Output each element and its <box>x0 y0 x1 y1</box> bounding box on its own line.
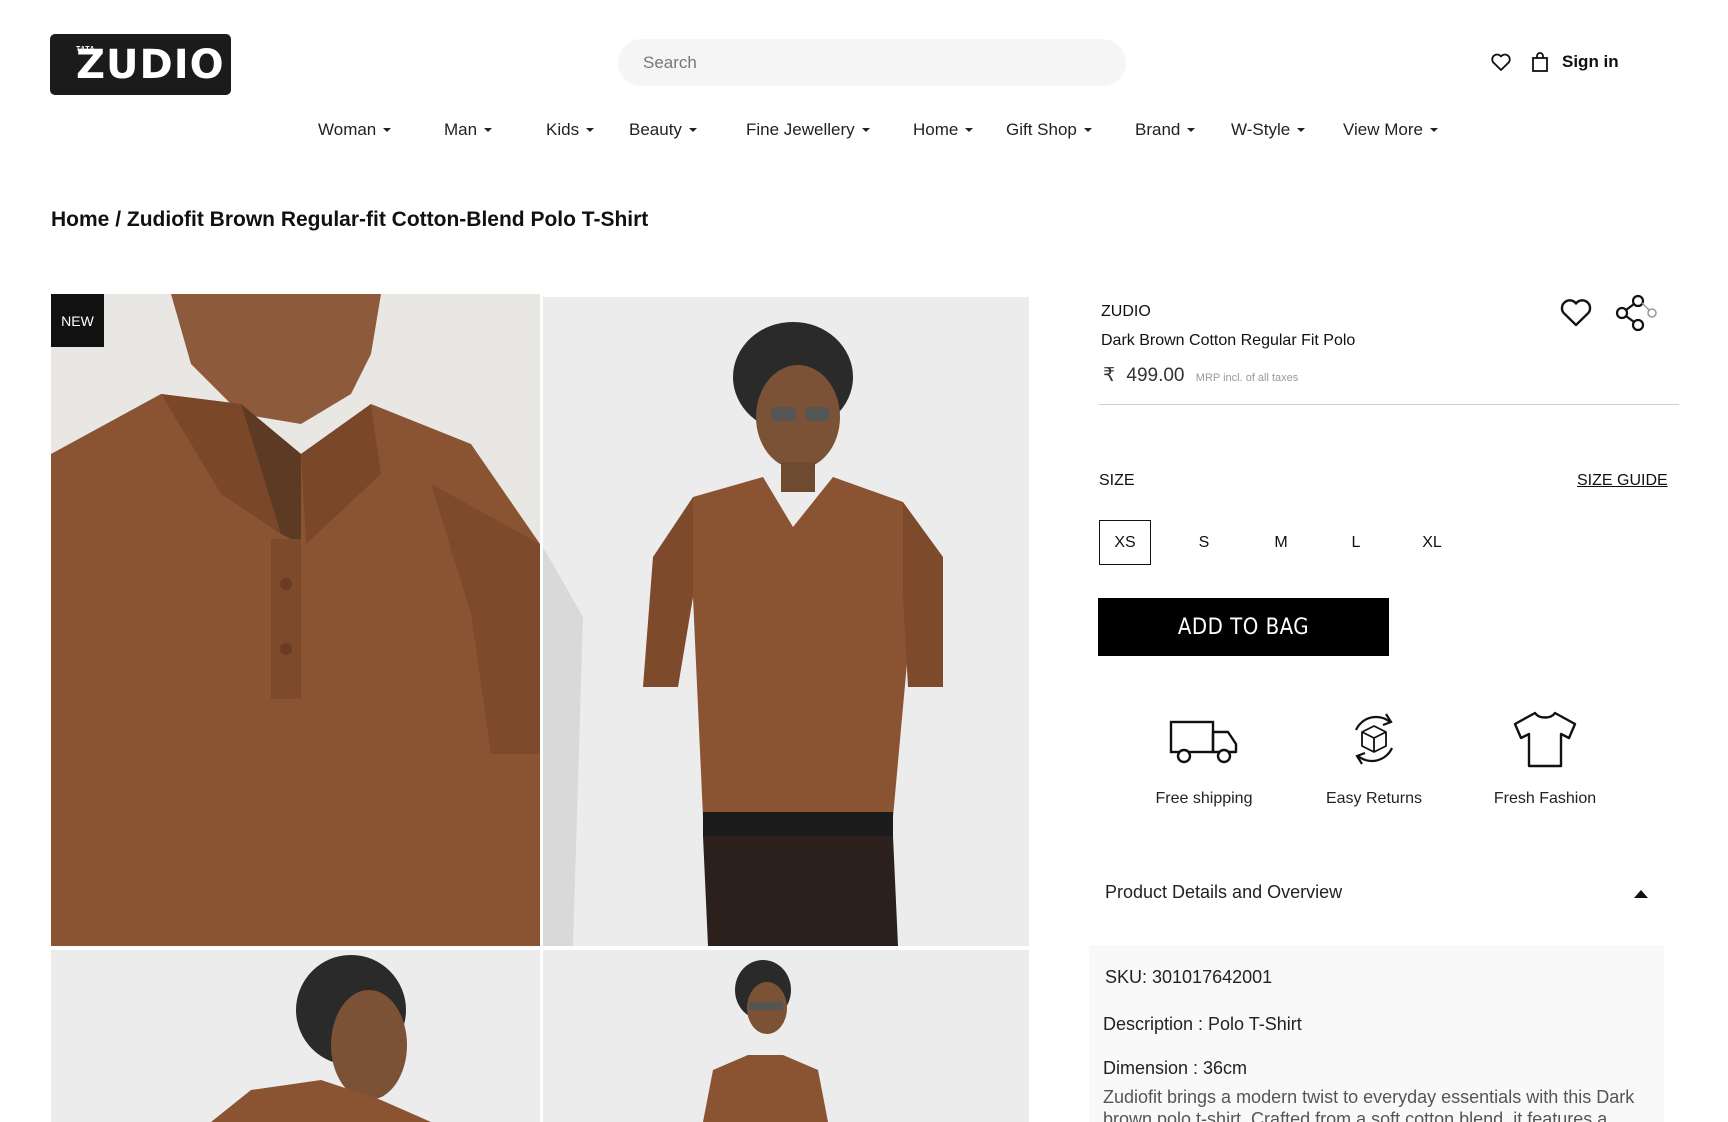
nav-item-view-more[interactable]: View More <box>1343 120 1438 140</box>
nav-item-kids[interactable]: Kids <box>546 120 595 140</box>
nav-label: W-Style <box>1231 120 1291 139</box>
new-badge: NEW <box>51 294 104 347</box>
nav-label: Gift Shop <box>1006 120 1077 139</box>
add-to-bag-button[interactable]: ADD TO BAG <box>1098 598 1389 656</box>
feature-label: Easy Returns <box>1325 790 1423 807</box>
feature-fresh-fashion: Fresh Fashion <box>1465 710 1625 808</box>
caret-down-icon <box>383 127 392 132</box>
product-name: Dark Brown Cotton Regular Fit Polo <box>1101 332 1356 349</box>
nav-item-home[interactable]: Home <box>913 120 974 140</box>
nav-item-brand[interactable]: Brand <box>1135 120 1196 140</box>
nav-item-woman[interactable]: Woman <box>318 120 392 140</box>
size-option-m[interactable]: M <box>1255 520 1307 565</box>
caret-down-icon <box>1430 127 1438 132</box>
feature-label: Fresh Fashion <box>1493 790 1597 807</box>
truck-icon <box>1169 720 1238 764</box>
product-brand: ZUDIO <box>1101 303 1151 320</box>
product-price: ₹ 499.00 MRP incl. of all taxes <box>1103 364 1298 387</box>
nav-label: Brand <box>1135 120 1181 139</box>
size-label: SIZE <box>1099 472 1135 489</box>
breadcrumb-separator: / <box>109 208 127 231</box>
product-image-side[interactable] <box>51 950 540 1122</box>
price-note: MRP incl. of all taxes <box>1195 372 1299 384</box>
caret-down-icon <box>484 127 493 132</box>
product-image-closeup[interactable] <box>51 294 540 946</box>
breadcrumb-home-link[interactable]: Home <box>51 208 109 231</box>
caret-down-icon <box>688 127 697 132</box>
caret-up-icon <box>1634 890 1648 898</box>
nav-label: View More <box>1343 120 1423 139</box>
nav-item-w-style[interactable]: W-Style <box>1231 120 1306 140</box>
product-image-front[interactable] <box>543 297 1029 946</box>
feature-free-shipping: Free shipping <box>1124 710 1284 808</box>
nav-label: Home <box>913 120 959 139</box>
feature-label: Free shipping <box>1155 790 1253 807</box>
size-option-l[interactable]: L <box>1330 520 1382 565</box>
breadcrumb: Home / Zudiofit Brown Regular-fit Cotton… <box>51 208 648 232</box>
description-text: Description : Polo T-Shirt <box>1103 1014 1302 1034</box>
caret-down-icon <box>965 127 974 132</box>
divider <box>1099 404 1679 405</box>
product-description-paragraph: Zudiofit brings a modern twist to everyd… <box>1103 1087 1635 1122</box>
product-details-accordion-toggle[interactable]: Product Details and Overview <box>1089 868 1669 918</box>
caret-down-icon <box>1083 127 1092 132</box>
caret-down-icon <box>1187 127 1196 132</box>
nav-label: Fine Jewellery <box>746 120 855 139</box>
breadcrumb-current: Zudiofit Brown Regular-fit Cotton-Blend … <box>126 208 649 231</box>
caret-down-icon <box>861 127 870 132</box>
nav-label: Beauty <box>629 120 682 139</box>
sign-in-link[interactable]: Sign in <box>1562 52 1619 72</box>
sku-text: SKU: 301017642001 <box>1105 967 1273 987</box>
currency-symbol: ₹ <box>1103 365 1116 386</box>
size-option-xs[interactable]: XS <box>1099 520 1151 565</box>
product-image-full[interactable] <box>543 950 1029 1122</box>
add-to-wishlist-heart-icon[interactable] <box>1558 294 1594 330</box>
nav-item-gift-shop[interactable]: Gift Shop <box>1006 120 1092 140</box>
feature-easy-returns: Easy Returns <box>1294 710 1454 808</box>
tshirt-icon <box>1513 711 1577 768</box>
nav-item-man[interactable]: Man <box>444 120 493 140</box>
size-option-s[interactable]: S <box>1178 520 1230 565</box>
search-input[interactable] <box>618 39 1126 86</box>
main-nav: Woman Man Kids Beauty Fine Jewellery Hom… <box>0 120 1728 144</box>
nav-item-beauty[interactable]: Beauty <box>629 120 697 140</box>
logo-wordmark: ZUDIO <box>76 42 225 88</box>
nav-label: Man <box>444 120 478 139</box>
share-icon[interactable] <box>1614 294 1658 332</box>
dimension-text: Dimension : 36cm <box>1103 1058 1248 1078</box>
nav-label: Woman <box>318 120 377 139</box>
nav-item-fine-jewellery[interactable]: Fine Jewellery <box>746 120 870 140</box>
accordion-title: Product Details and Overview <box>1105 882 1343 902</box>
price-value: 499.00 <box>1126 365 1185 386</box>
size-guide-link[interactable]: SIZE GUIDE <box>1577 472 1668 490</box>
caret-down-icon <box>586 127 595 132</box>
zudio-logo[interactable]: TATA ZUDIO <box>50 34 231 95</box>
caret-down-icon <box>1297 127 1306 132</box>
product-details-panel: SKU: 301017642001 Description : Polo T-S… <box>1089 945 1664 1122</box>
wishlist-heart-icon[interactable] <box>1489 50 1513 74</box>
size-option-xl[interactable]: XL <box>1406 520 1458 565</box>
returns-icon <box>1354 713 1394 765</box>
shopping-bag-icon[interactable] <box>1528 50 1552 74</box>
nav-label: Kids <box>546 120 580 139</box>
